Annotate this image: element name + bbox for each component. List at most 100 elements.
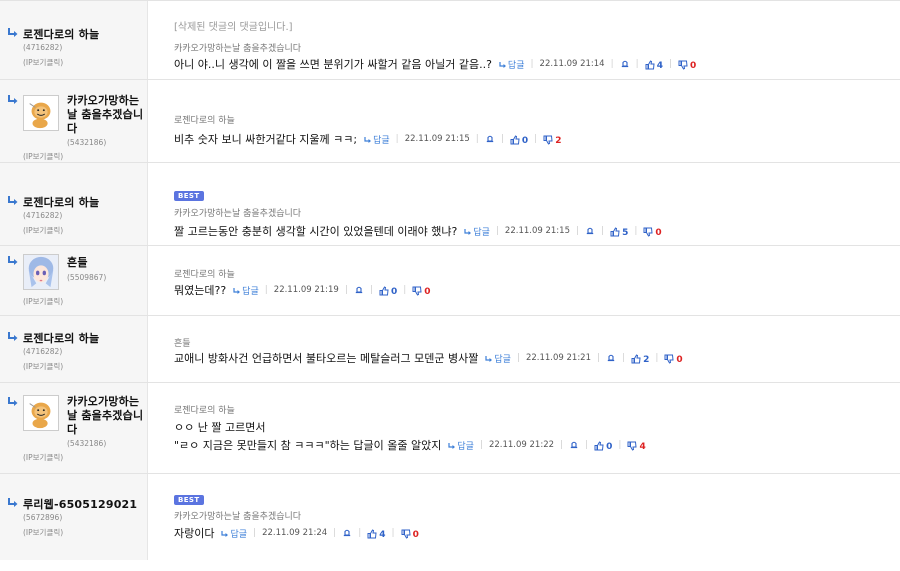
divider: |: [395, 134, 399, 144]
ip-view-link[interactable]: (IP보기클릭): [23, 225, 63, 236]
comment-text: "ㄹㅇ 지금은 못만들지 참 ㅋㅋㅋ"하는 답글이 올줄 알았지: [174, 439, 442, 452]
comment-author-panel: 흔들 (5509867) (IP보기클릭): [0, 246, 148, 315]
divider: |: [495, 226, 499, 236]
author-nickname[interactable]: 루리웹-6505129021: [23, 496, 137, 512]
upvote-button[interactable]: 0: [510, 133, 528, 146]
divider: |: [597, 353, 601, 363]
upvote-button[interactable]: 0: [379, 284, 397, 297]
thumbs-up-icon: [610, 227, 620, 237]
bell-icon[interactable]: [354, 285, 364, 295]
comment-author-panel: 루리웹-6505129021 (5672896) (IP보기클릭): [0, 474, 148, 560]
divider: |: [403, 285, 407, 295]
downvote-button[interactable]: 4: [627, 439, 646, 452]
ip-view-link[interactable]: (IP보기클릭): [23, 527, 63, 538]
divider: |: [369, 285, 373, 295]
parent-author: 흔들: [174, 339, 191, 349]
upvote-button[interactable]: 0: [594, 439, 612, 452]
upvote-button[interactable]: 4: [367, 527, 386, 540]
thumbs-down-icon: [401, 529, 411, 539]
author-id: (5509867): [67, 273, 107, 282]
author-id: (5672896): [23, 513, 63, 522]
reply-label: 답글: [242, 286, 259, 297]
ip-view-link[interactable]: (IP보기클릭): [23, 151, 63, 162]
downvote-count: 0: [424, 286, 431, 297]
comment-date: 22.11.09 21:19: [273, 285, 339, 295]
divider: |: [391, 528, 395, 538]
downvote-button[interactable]: 0: [643, 225, 662, 238]
reply-button[interactable]: 답글: [498, 58, 524, 71]
reply-arrow-icon: [7, 195, 19, 207]
downvote-count: 2: [555, 135, 562, 146]
ip-view-link[interactable]: (IP보기클릭): [23, 361, 63, 372]
thumbs-down-icon: [664, 354, 674, 364]
bell-icon[interactable]: [485, 134, 495, 144]
reply-button[interactable]: 답글: [484, 352, 511, 365]
lion-avatar[interactable]: [23, 95, 59, 131]
thumbs-up-icon: [379, 286, 389, 296]
bell-icon[interactable]: [569, 440, 579, 450]
reply-button[interactable]: 답글: [363, 133, 390, 146]
divider: |: [610, 59, 614, 69]
reply-icon: [498, 60, 508, 70]
comment-text-line-1: ㅇㅇ 난 짤 고르면서: [174, 419, 265, 435]
upvote-button[interactable]: 2: [631, 352, 649, 365]
downvote-count: 0: [690, 60, 697, 71]
author-id: (5432186): [67, 439, 107, 448]
downvote-button[interactable]: 0: [412, 284, 431, 297]
downvote-button[interactable]: 0: [678, 58, 696, 71]
divider: |: [618, 440, 622, 450]
comment-date: 22.11.09 21:15: [404, 134, 470, 144]
comment-body: 로젠다로의 하늘 비추 숫자 보니 싸한거같다 지울께 ㅋㅋ; 답글 | 22.…: [148, 80, 900, 162]
author-nickname[interactable]: 카카오가망하는날 춤을추겠습니다: [67, 395, 147, 437]
comment-line: 자랑이다 답글 | 22.11.09 21:24 | | 4 | 0: [174, 525, 419, 541]
comment-date: 22.11.09 21:22: [488, 440, 555, 450]
bell-icon[interactable]: [585, 226, 595, 236]
bell-icon[interactable]: [620, 59, 630, 69]
anime-girl-avatar[interactable]: [23, 254, 59, 290]
upvote-button[interactable]: 5: [610, 225, 628, 238]
downvote-button[interactable]: 0: [401, 527, 419, 540]
reply-button[interactable]: 답글: [220, 527, 247, 540]
ip-view-link[interactable]: (IP보기클릭): [23, 57, 63, 68]
divider: |: [560, 440, 564, 450]
downvote-button[interactable]: 0: [664, 352, 683, 365]
reply-button[interactable]: 답글: [447, 439, 474, 452]
reply-button[interactable]: 답글: [463, 225, 490, 238]
bell-icon[interactable]: [606, 353, 616, 363]
reply-label: 답글: [457, 441, 474, 452]
comment-line: 아니 야..니 생각에 이 짤을 쓰면 분위기가 싸할거 같음 아닐거 같음..…: [174, 56, 696, 72]
reply-label: 답글: [230, 529, 248, 540]
comment-row: 흔들 (5509867) (IP보기클릭) 로젠다로의 하늘 뭐였는데?? 답글…: [0, 246, 900, 316]
author-id: (4716282): [23, 211, 63, 220]
reply-icon: [220, 529, 230, 539]
comment-text: 짤 고르는동안 충분히 생각할 시간이 있었을텐데 이래야 했냐?: [174, 225, 458, 238]
author-nickname[interactable]: 로젠다로의 하늘: [23, 330, 99, 346]
upvote-count: 5: [622, 227, 629, 238]
bell-icon[interactable]: [342, 528, 352, 538]
divider: |: [358, 528, 362, 538]
reply-arrow-icon: [7, 255, 19, 267]
comment-line: "ㄹㅇ 지금은 못만들지 참 ㅋㅋㅋ"하는 답글이 올줄 알았지 답글 | 22…: [174, 437, 646, 453]
divider: |: [585, 440, 589, 450]
author-nickname[interactable]: 로젠다로의 하늘: [23, 26, 99, 42]
divider: |: [344, 285, 348, 295]
author-nickname[interactable]: 카카오가망하는날 춤을추겠습니다: [67, 94, 147, 136]
author-nickname[interactable]: 로젠다로의 하늘: [23, 194, 99, 210]
author-nickname[interactable]: 흔들: [67, 256, 147, 270]
reply-button[interactable]: 답글: [232, 284, 259, 297]
lion-avatar[interactable]: [23, 395, 59, 431]
divider: |: [264, 285, 268, 295]
divider: |: [333, 528, 337, 538]
comment-text: 뭐였는데??: [174, 284, 227, 297]
author-id: (4716282): [23, 43, 63, 52]
divider: |: [575, 226, 580, 236]
comment-line: 짤 고르는동안 충분히 생각할 시간이 있었을텐데 이래야 했냐? 답글 | 2…: [174, 223, 662, 239]
downvote-button[interactable]: 2: [543, 133, 561, 146]
divider: |: [634, 226, 638, 236]
author-id: (5432186): [67, 138, 107, 147]
ip-view-link[interactable]: (IP보기클릭): [23, 296, 63, 307]
parent-author: 로젠다로의 하늘: [174, 270, 235, 280]
upvote-button[interactable]: 4: [645, 58, 663, 71]
ip-view-link[interactable]: (IP보기클릭): [23, 452, 63, 463]
reply-arrow-icon: [7, 396, 19, 408]
